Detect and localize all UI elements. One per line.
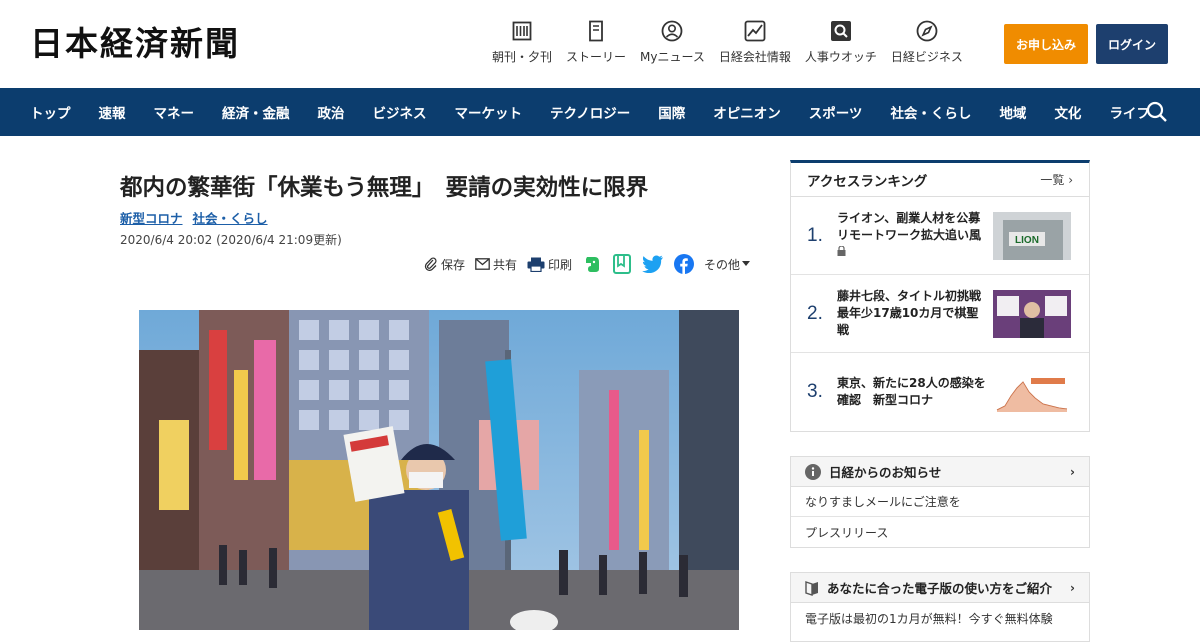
info-icon	[805, 463, 821, 480]
compass-icon	[916, 20, 938, 42]
newspaper-icon	[511, 20, 533, 42]
main-nav: トップ 速報 マネー 経済・金融 政治 ビジネス マーケット テクノロジー 国際…	[0, 88, 1200, 136]
notice-header[interactable]: 日経からのお知らせ ›	[791, 457, 1089, 487]
nav-item-politics[interactable]: 政治	[318, 102, 345, 122]
ranking-title: アクセスランキング	[807, 173, 928, 190]
mail-icon	[475, 258, 490, 270]
nav-item-life[interactable]: ライフ	[1109, 102, 1150, 122]
nav-item-market[interactable]: マーケット	[455, 102, 523, 122]
ranking-item[interactable]: 1. ライオン、副業人材を公募 リモートワーク拡大追い風 LION	[791, 197, 1089, 275]
header-nav: 朝刊・夕刊 ストーリー Myニュース 日経会社情報 人事ウオッチ 日経ビジネス	[492, 20, 977, 65]
nav-item-sports[interactable]: スポーツ	[809, 102, 863, 122]
notebook-icon[interactable]	[612, 254, 632, 274]
access-ranking: アクセスランキング 一覧 › 1. ライオン、副業人材を公募 リモートワーク拡大…	[790, 160, 1090, 432]
share-label: 共有	[493, 257, 518, 272]
ranking-more-link[interactable]: 一覧 ›	[1040, 171, 1073, 188]
header-nav-business[interactable]: 日経ビジネス	[891, 20, 963, 65]
nav-item-money[interactable]: マネー	[154, 102, 195, 122]
rank-title: 藤井七段、タイトル初挑戦 最年少17歳10カ月で棋聖戦	[837, 289, 994, 337]
header-nav-jinji[interactable]: 人事ウオッチ	[805, 20, 877, 65]
search-icon[interactable]	[1145, 100, 1169, 124]
article-photo	[139, 310, 739, 630]
nav-item-business[interactable]: ビジネス	[373, 102, 427, 122]
nav-item-economy[interactable]: 経済・金融	[222, 102, 290, 122]
evernote-icon[interactable]	[582, 254, 602, 274]
site-logo[interactable]: 日本経済新聞	[30, 24, 240, 64]
header-nav-label: 日経会社情報	[718, 50, 791, 64]
nav-item-technology[interactable]: テクノロジー	[550, 102, 630, 122]
login-button[interactable]: ログイン	[1096, 24, 1168, 64]
story-icon	[585, 20, 607, 42]
header-nav-label: 人事ウオッチ	[804, 50, 877, 64]
share-button[interactable]: 共有	[475, 256, 517, 273]
rank-title: ライオン、副業人材を公募 リモートワーク拡大追い風	[837, 211, 993, 242]
more-label: その他	[704, 257, 741, 272]
rank-number: 2.	[807, 302, 823, 324]
header-nav-paper[interactable]: 朝刊・夕刊	[492, 20, 552, 65]
chevron-right-icon: ›	[1070, 465, 1075, 479]
print-label: 印刷	[548, 257, 573, 272]
nav-item-culture[interactable]: 文化	[1054, 102, 1081, 122]
ranking-thumbnail	[993, 368, 1071, 416]
nav-item-society[interactable]: 社会・くらし	[890, 102, 971, 122]
header-nav-company[interactable]: 日経会社情報	[719, 20, 791, 65]
chevron-right-icon: ›	[1070, 581, 1075, 595]
rank-title: 東京、新たに28人の感染を確認 新型コロナ	[837, 376, 986, 407]
rank-text-wrap: ライオン、副業人材を公募 リモートワーク拡大追い風	[837, 210, 992, 261]
save-label: 保存	[441, 257, 466, 272]
lock-icon	[837, 245, 846, 259]
ranking-thumbnail: LION	[993, 212, 1071, 260]
chart-icon	[744, 20, 766, 42]
print-button[interactable]: 印刷	[527, 256, 572, 273]
header-nav-label: 日経ビジネス	[890, 50, 963, 64]
nav-item-region[interactable]: 地域	[999, 102, 1026, 122]
more-share-button[interactable]: その他	[704, 256, 753, 273]
article-date: 2020/6/4 20:02 (2020/6/4 21:09更新)	[120, 233, 342, 247]
guide-header[interactable]: あなたに合った電子版の使い方をご紹介 ›	[791, 573, 1089, 603]
nav-item-top[interactable]: トップ	[30, 102, 71, 122]
ranking-thumbnail	[993, 290, 1071, 338]
site-header: 日本経済新聞 朝刊・夕刊 ストーリー Myニュース 日経会社情報 人事ウオッチ …	[0, 0, 1200, 88]
twitter-icon[interactable]	[642, 255, 664, 273]
rank-number: 3.	[807, 381, 823, 402]
tag-link[interactable]: 新型コロナ	[120, 208, 183, 227]
header-nav-label: 朝刊・夕刊	[492, 50, 553, 64]
guide-title: あなたに合った電子版の使い方をご紹介	[827, 581, 1053, 596]
article-tags: 新型コロナ 社会・くらし	[120, 208, 278, 227]
printer-icon	[527, 257, 545, 272]
tag-link[interactable]: 社会・くらし	[193, 208, 268, 227]
notice-item[interactable]: なりすましメールにご注意を	[791, 487, 1089, 517]
header-nav-label: ストーリー	[566, 50, 627, 64]
lion-logo-text: LION	[1015, 235, 1039, 246]
facebook-icon[interactable]	[674, 254, 695, 274]
subscribe-button[interactable]: お申し込み	[1004, 24, 1088, 64]
rank-number: 1.	[807, 224, 823, 246]
nav-item-opinion[interactable]: オピニオン	[713, 102, 781, 122]
book-icon	[805, 580, 819, 596]
ranking-header: アクセスランキング 一覧 ›	[791, 163, 1089, 197]
header-nav-mynews[interactable]: Myニュース	[640, 20, 705, 65]
share-bar: 保存 共有 印刷 その他	[424, 254, 763, 274]
nav-item-international[interactable]: 国際	[658, 102, 685, 122]
chevron-right-icon: ›	[1068, 173, 1073, 187]
notice-title: 日経からのお知らせ	[829, 465, 942, 480]
nav-item-news[interactable]: 速報	[99, 102, 126, 122]
header-nav-story[interactable]: ストーリー	[566, 20, 626, 65]
header-nav-label: Myニュース	[640, 50, 705, 64]
save-button[interactable]: 保存	[424, 256, 465, 273]
caret-down-icon	[742, 261, 751, 266]
notice-item[interactable]: プレスリリース	[791, 517, 1089, 547]
paperclip-icon	[424, 257, 437, 271]
article-headline: 都内の繁華街「休業もう無理」 要請の実効性に限界	[120, 175, 649, 201]
ranking-item[interactable]: 2. 藤井七段、タイトル初挑戦 最年少17歳10カ月で棋聖戦	[791, 275, 1089, 353]
user-icon	[661, 20, 683, 42]
search-icon	[830, 20, 852, 42]
ranking-item[interactable]: 3. 東京、新たに28人の感染を確認 新型コロナ	[791, 353, 1089, 431]
guide-item[interactable]: 電子版は最初の1カ月が無料！今すぐ無料体験	[791, 603, 1089, 633]
notice-box: 日経からのお知らせ › なりすましメールにご注意を プレスリリース	[790, 456, 1090, 548]
guide-box: あなたに合った電子版の使い方をご紹介 › 電子版は最初の1カ月が無料！今すぐ無料…	[790, 572, 1090, 642]
ranking-more-label: 一覧	[1040, 173, 1065, 187]
